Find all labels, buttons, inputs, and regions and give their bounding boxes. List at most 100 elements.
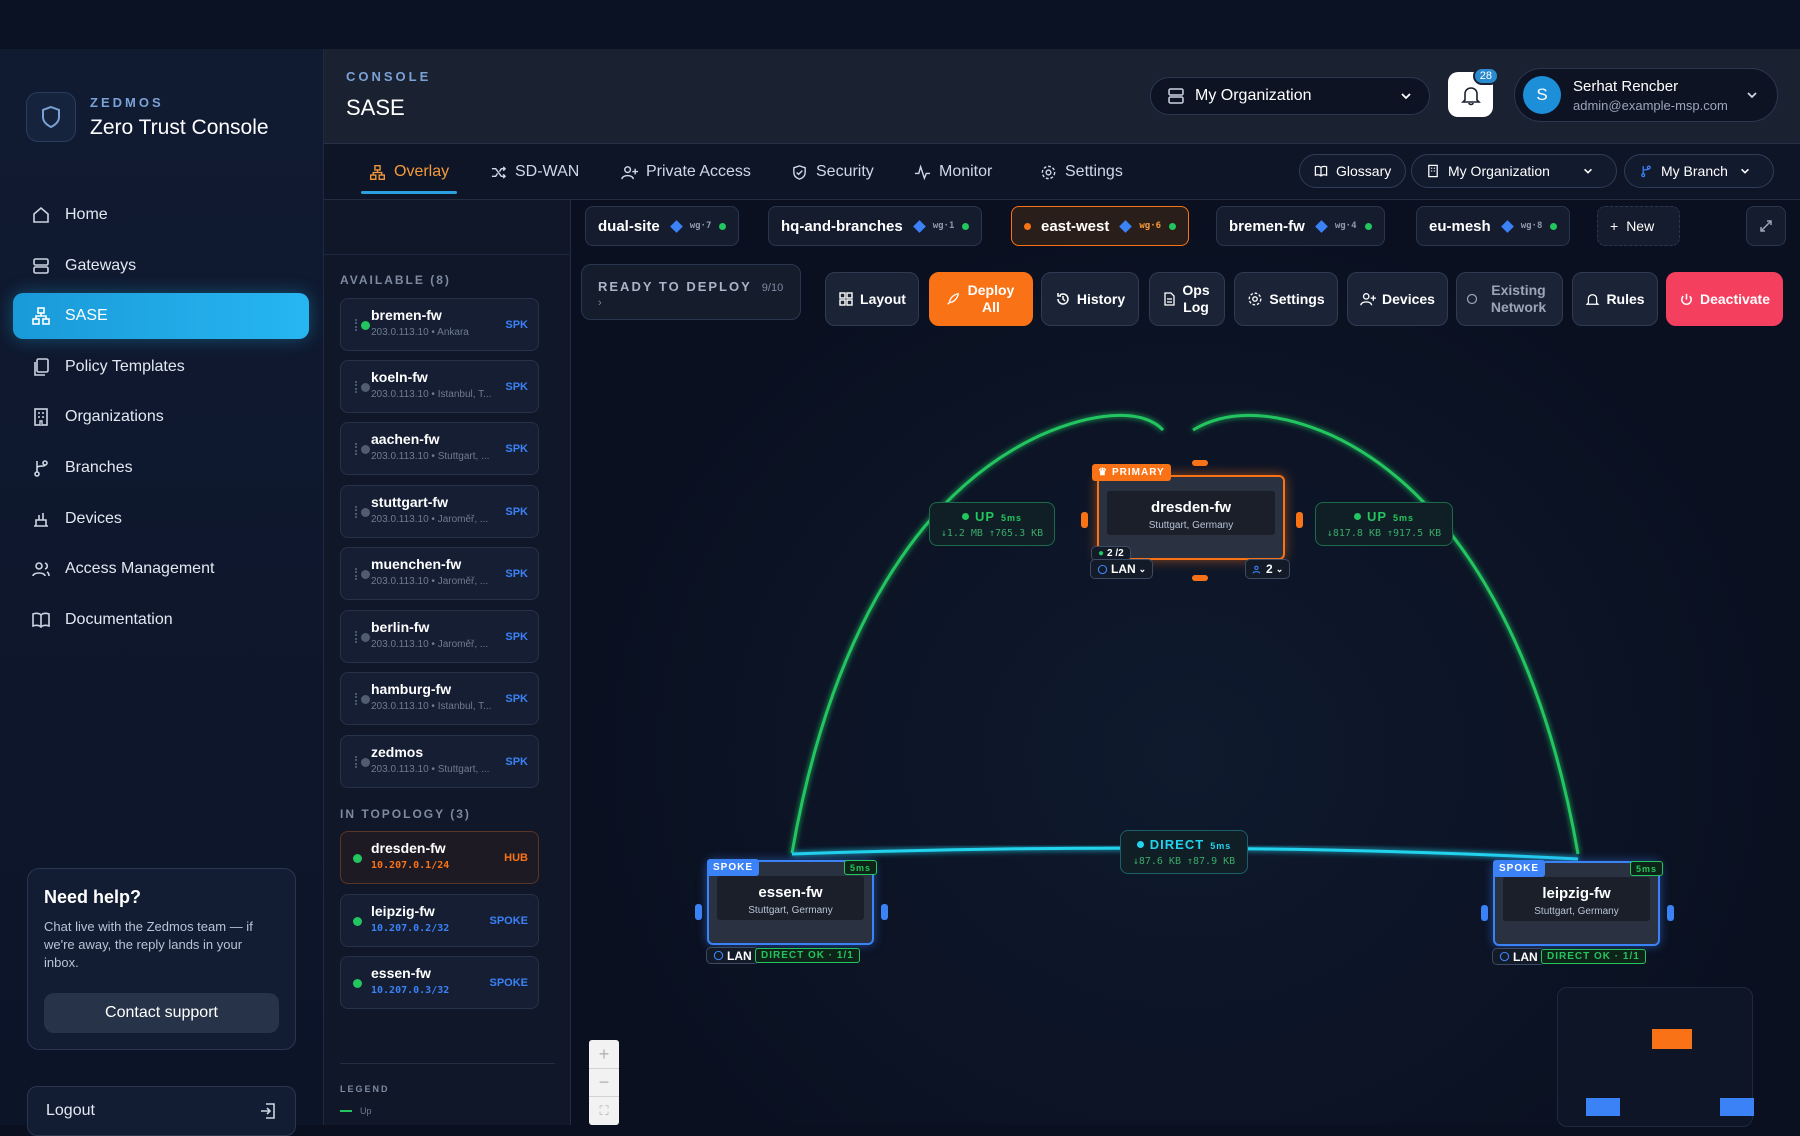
status-dot [361,321,370,330]
drag-handle-icon[interactable] [355,506,359,518]
node-handle[interactable] [881,904,888,920]
list-item[interactable]: hamburg-fw 203.0.113.10 • Istanbul, T... S… [340,672,539,725]
topology-canvas[interactable]: dual-site wg·7 hq-and-branches wg·1 east-w… [571,200,1800,1127]
status-dot [353,979,362,988]
chevron-down-icon [1747,92,1757,99]
sidebar-item-documentation[interactable]: Documentation [13,597,309,643]
notifications-button[interactable]: 28 [1448,67,1499,117]
list-item[interactable]: stuttgart-fw 203.0.113.10 • Jaroměř, ... S… [340,485,539,538]
users-icon [1252,565,1261,574]
contact-support-button[interactable]: Contact support [44,993,279,1033]
lan-toggle[interactable]: LAN ⌄ [1090,559,1154,579]
role-badge: SPK [505,568,528,580]
role-badge: SPK [505,381,528,393]
glossary-button[interactable]: Glossary [1299,154,1407,188]
drag-handle-icon[interactable] [355,631,359,643]
list-item[interactable]: berlin-fw 203.0.113.10 • Jaroměř, ... SPK [340,610,539,663]
drag-handle-icon[interactable] [355,693,359,705]
sidebar-item-label: Home [65,206,108,223]
glossary-label: Glossary [1336,163,1392,179]
list-item[interactable]: muenchen-fw 203.0.113.10 • Jaroměř, ... SP… [340,547,539,600]
logout-button[interactable]: Logout [27,1086,296,1136]
device-meta: 203.0.113.10 • Jaroměř, ... [371,639,489,650]
zoom-in-button[interactable]: + [589,1040,619,1068]
node-handle[interactable] [1481,905,1488,921]
role-badge: SPK [505,756,528,768]
link-stats-direct[interactable]: DIRECT 5ms ↓87.6 KB ↑87.9 KB [1120,830,1248,874]
sidebar-item-gateways[interactable]: Gateways [13,243,309,289]
list-item[interactable]: aachen-fw 203.0.113.10 • Stuttgart, ... SP… [340,422,539,475]
node-handle[interactable] [1192,575,1208,581]
sidebar-item-sase[interactable]: SASE [13,293,309,340]
globe-icon [1499,951,1510,962]
status-dot [361,633,370,642]
minimap[interactable] [1557,987,1754,1127]
list-item[interactable]: essen-fw 10.207.0.3/32 SPOKE [340,956,539,1009]
spoke-badge: SPOKE [707,859,760,876]
drag-handle-icon[interactable] [355,443,359,455]
users-toggle[interactable]: 2 ⌄ [1245,559,1291,579]
org-filter-value: My Organization [1448,163,1550,179]
logout-label: Logout [46,1102,95,1119]
status-dot [361,383,370,392]
user-name: Serhat Rencber [1573,77,1679,95]
drag-handle-icon[interactable] [355,568,359,580]
link-stats-left[interactable]: UP 5ms ↓1.2 MB ↑765.3 KB [929,502,1055,546]
tab-sd-wan[interactable]: SD-WAN [490,144,579,200]
fit-view-button[interactable]: ⛶ [589,1096,619,1124]
minimap-node-hub [1652,1029,1692,1049]
node-handle[interactable] [695,904,702,920]
tab-overlay[interactable]: Overlay [360,144,458,200]
organization-select[interactable]: My Organization [1150,77,1430,115]
device-icon [34,512,48,527]
device-meta: 203.0.113.10 • Jaroměř, ... [371,514,489,525]
tab-private-access[interactable]: Private Access [621,144,751,200]
branch-filter-select[interactable]: My Branch [1624,154,1774,188]
tab-label: Private Access [646,163,751,180]
tab-monitor[interactable]: Monitor [914,144,992,200]
node-handle[interactable] [1667,905,1674,921]
drag-handle-icon[interactable] [355,319,359,331]
sidebar-item-branches[interactable]: Branches [13,445,309,491]
role-badge: SPOKE [489,915,528,927]
list-item[interactable]: leipzig-fw 10.207.0.2/32 SPOKE [340,894,539,947]
top-strip [0,0,1800,49]
tab-settings[interactable]: Settings [1040,144,1123,200]
node-handle[interactable] [1081,512,1088,528]
list-item[interactable]: dresden-fw 10.207.0.1/24 HUB [340,831,539,884]
zoom-out-button[interactable]: − [589,1068,619,1096]
organization-select-value: My Organization [1195,87,1312,104]
link-state: DIRECT [1149,837,1205,852]
sidebar-item-devices[interactable]: Devices [13,496,309,542]
list-item[interactable]: zedmos 203.0.113.10 • Stuttgart, ... SPK [340,735,539,788]
link-stats-right[interactable]: UP 5ms ↓817.8 KB ↑917.5 KB [1315,502,1453,546]
user-menu[interactable]: S Serhat Rencber admin@example-msp.com [1514,68,1778,122]
sidebar-item-policy-templates[interactable]: Policy Templates [13,344,309,390]
node-handle[interactable] [1296,512,1303,528]
role-badge: HUB [504,852,528,864]
drag-handle-icon[interactable] [355,756,359,768]
org-filter-select[interactable]: My Organization [1411,154,1617,188]
tab-label: Overlay [394,163,450,180]
sidebar-item-access-management[interactable]: Access Management [13,546,309,592]
list-item[interactable]: koeln-fw 203.0.113.10 • Istanbul, T... SPK [340,360,539,413]
device-meta: 203.0.113.10 • Stuttgart, ... [371,451,490,462]
list-item[interactable]: bremen-fw 203.0.113.10 • Ankara SPK [340,298,539,351]
device-meta: 203.0.113.10 • Istanbul, T... [371,389,492,400]
drag-handle-icon[interactable] [355,381,359,393]
bell-icon [1460,86,1481,105]
branch-filter-value: My Branch [1661,163,1728,179]
lan-toggle[interactable]: LAN [1492,948,1545,965]
role-badge: SPOKE [489,977,528,989]
sidebar-item-organizations[interactable]: Organizations [13,394,309,440]
node-handle[interactable] [1192,460,1208,466]
sidebar-item-home[interactable]: Home [13,192,309,238]
globe-icon [1097,564,1108,574]
brand: ZEDMOS Zero Trust Console [26,92,269,142]
lan-toggle[interactable]: LAN [706,947,759,964]
badge-label: SPOKE [1499,863,1540,874]
copy-icon [34,357,49,376]
header-subtitle: CONSOLE [346,69,432,84]
tab-security[interactable]: Security [791,144,874,200]
link-state: UP [974,509,996,524]
